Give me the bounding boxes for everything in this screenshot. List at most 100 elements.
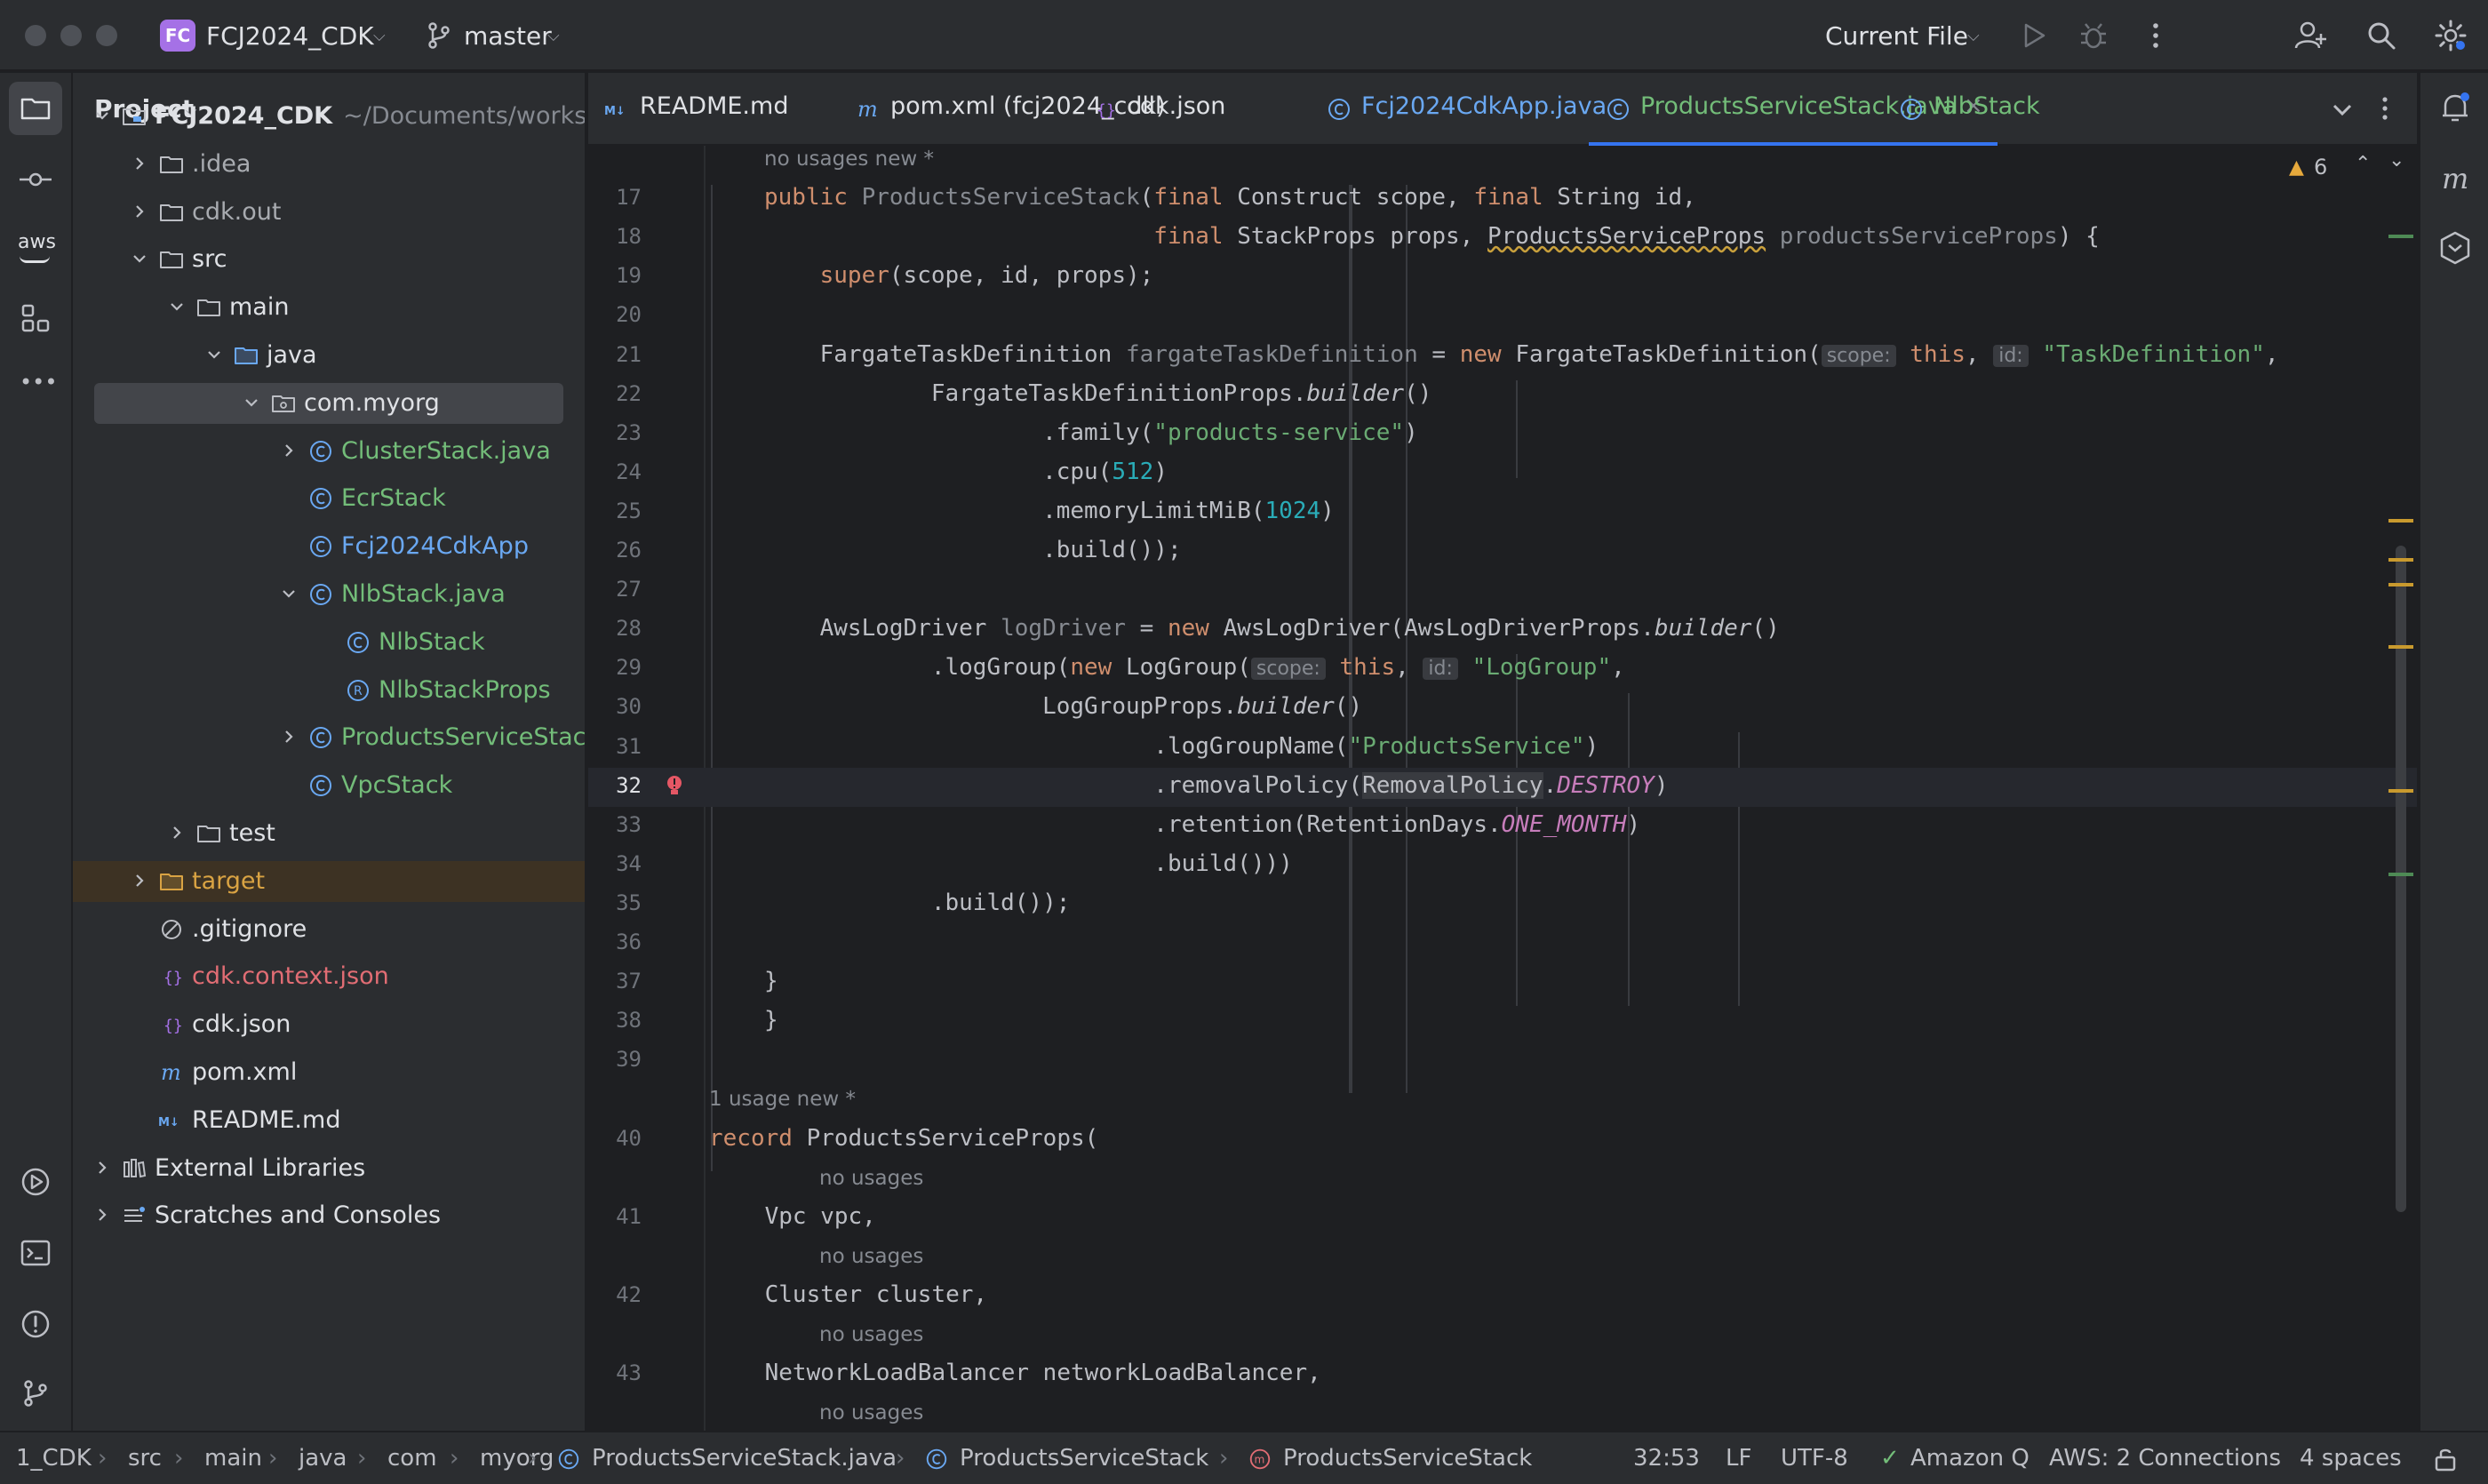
line-number[interactable]: 36 xyxy=(588,929,642,954)
chevron-down-icon[interactable]: ⌵ xyxy=(1967,27,1980,45)
services-tool-button[interactable] xyxy=(9,1155,62,1209)
tree-item[interactable]: com.myorg xyxy=(94,382,563,424)
breadcrumb-item[interactable]: ProductsServiceStack xyxy=(960,1445,1208,1472)
error-stripe[interactable] xyxy=(2388,146,2415,1431)
settings-gear-icon[interactable] xyxy=(2433,18,2468,53)
line-number[interactable]: 31 xyxy=(588,734,642,759)
warning-marker[interactable] xyxy=(2388,789,2413,793)
read-only-toggle-icon[interactable] xyxy=(2431,1445,2460,1473)
tree-item[interactable]: NlbStack xyxy=(73,622,585,663)
code-editor[interactable]: no usages new * 17 public ProductsServiceS… xyxy=(588,146,2417,1431)
tree-item[interactable]: Fcj2024CdkApp xyxy=(73,526,585,567)
line-number[interactable]: 23 xyxy=(588,420,642,445)
chevron-down-icon[interactable]: ⌵ xyxy=(547,27,560,45)
previous-highlight-icon[interactable]: ⌃ xyxy=(2355,153,2371,175)
editor-tab[interactable]: m pom.xml (fcj2024_cdk) xyxy=(855,73,1166,146)
warning-marker[interactable] xyxy=(2388,519,2413,523)
chevron-down-icon[interactable] xyxy=(92,105,112,124)
tree-item[interactable]: M↓ README.md xyxy=(73,1100,585,1141)
chevron-right-icon[interactable] xyxy=(130,153,149,172)
line-number[interactable]: 17 xyxy=(588,185,642,210)
code-with-me-icon[interactable] xyxy=(2293,18,2328,53)
chevron-right-icon[interactable] xyxy=(130,870,149,890)
branch-icon[interactable] xyxy=(421,18,457,53)
caret-position[interactable]: 32:53 xyxy=(1633,1445,1700,1472)
more-actions-icon[interactable] xyxy=(2369,92,2401,124)
chevron-right-icon[interactable] xyxy=(130,201,149,220)
tree-item[interactable]: java xyxy=(73,335,585,376)
tree-item[interactable]: test xyxy=(73,813,585,854)
editor-tab[interactable]: NlbStack xyxy=(1898,73,2165,146)
line-number[interactable]: 38 xyxy=(588,1008,642,1033)
line-separator[interactable]: LF xyxy=(1726,1445,1751,1472)
chevron-down-icon[interactable]: ⌵ xyxy=(373,27,386,45)
tree-item[interactable]: External Libraries xyxy=(73,1148,585,1189)
breadcrumb-item[interactable]: java xyxy=(299,1445,347,1472)
project-badge[interactable]: FC xyxy=(160,20,195,52)
chevron-down-icon[interactable] xyxy=(242,392,261,411)
tree-item[interactable]: VpcStack xyxy=(73,765,585,806)
breadcrumb-item[interactable]: src xyxy=(128,1445,162,1472)
usages-hint[interactable]: no usages xyxy=(819,1245,923,1268)
line-number[interactable]: 30 xyxy=(588,694,642,719)
chevron-right-icon[interactable] xyxy=(92,1157,112,1177)
line-number[interactable]: 25 xyxy=(588,499,642,523)
breadcrumb-item[interactable]: ProductsServiceStack.java xyxy=(592,1445,897,1472)
search-icon[interactable] xyxy=(2364,18,2399,53)
tree-item[interactable]: {} cdk.context.json xyxy=(73,956,585,997)
branch-name[interactable]: master xyxy=(464,21,552,51)
usages-hint[interactable]: no usages xyxy=(819,1167,923,1190)
tree-item[interactable]: {} cdk.json xyxy=(73,1004,585,1045)
tree-item[interactable]: NlbStack.java xyxy=(73,574,585,615)
line-number[interactable]: 39 xyxy=(588,1047,642,1072)
warning-marker[interactable] xyxy=(2388,558,2413,562)
breadcrumb-item[interactable]: com xyxy=(387,1445,437,1472)
editor-tab[interactable]: M↓ README.md xyxy=(604,73,871,146)
chevron-down-icon[interactable] xyxy=(130,248,149,267)
tree-item[interactable]: .gitignore xyxy=(73,909,585,950)
line-number[interactable]: 20 xyxy=(588,302,642,327)
chevron-right-icon[interactable] xyxy=(167,822,187,842)
more-actions-icon[interactable] xyxy=(2138,18,2173,53)
notifications-bell-icon[interactable] xyxy=(2436,89,2474,126)
debug-icon[interactable] xyxy=(2076,18,2111,53)
breadcrumb-item[interactable]: main xyxy=(204,1445,262,1472)
usages-hint[interactable]: no usages xyxy=(819,1401,923,1424)
tree-item[interactable]: .idea xyxy=(73,144,585,185)
line-number[interactable]: 27 xyxy=(588,577,642,602)
aws-toolkit-icon[interactable] xyxy=(2436,229,2474,267)
line-number[interactable]: 32 xyxy=(588,773,642,798)
tree-item[interactable]: R NlbStackProps xyxy=(73,670,585,711)
line-number[interactable]: 33 xyxy=(588,812,642,837)
more-tools-button[interactable]: ••• xyxy=(9,361,62,414)
line-number[interactable]: 37 xyxy=(588,969,642,993)
editor-tab[interactable]: {} cdk.json xyxy=(1091,73,1358,146)
breadcrumb-item[interactable]: myorg xyxy=(480,1445,554,1472)
line-number[interactable]: 35 xyxy=(588,890,642,915)
indent-setting[interactable]: 4 spaces xyxy=(2300,1445,2402,1472)
line-number[interactable]: 42 xyxy=(588,1282,642,1307)
problems-tool-button[interactable] xyxy=(9,1297,62,1351)
editor-tab[interactable]: Fcj2024CdkApp.java xyxy=(1326,73,1607,146)
minimize-window-button[interactable] xyxy=(60,25,82,46)
project-tool-button[interactable] xyxy=(9,82,62,135)
git-tool-button[interactable] xyxy=(9,1367,62,1420)
amazon-q-status[interactable]: Amazon Q xyxy=(1910,1445,2029,1472)
tree-item[interactable]: main xyxy=(73,287,585,328)
line-number[interactable]: 22 xyxy=(588,381,642,406)
change-marker[interactable] xyxy=(2388,235,2413,238)
tree-item[interactable]: ProductsServiceStack.java xyxy=(73,717,585,758)
terminal-tool-button[interactable] xyxy=(9,1226,62,1280)
close-window-button[interactable] xyxy=(25,25,46,46)
tree-item[interactable]: cdk.out xyxy=(73,192,585,233)
intention-bulb-icon[interactable] xyxy=(663,773,686,800)
run-configuration[interactable]: Current File xyxy=(1825,21,1968,51)
tree-item[interactable]: Scratches and Consoles xyxy=(73,1195,585,1236)
chevron-down-icon[interactable] xyxy=(279,583,299,602)
change-marker[interactable] xyxy=(2388,873,2413,876)
chevron-right-icon[interactable] xyxy=(92,1204,112,1224)
usages-hint[interactable]: no usages new * xyxy=(764,148,934,171)
warning-marker[interactable] xyxy=(2388,583,2413,586)
line-number[interactable]: 29 xyxy=(588,655,642,680)
run-icon[interactable] xyxy=(2015,18,2051,53)
